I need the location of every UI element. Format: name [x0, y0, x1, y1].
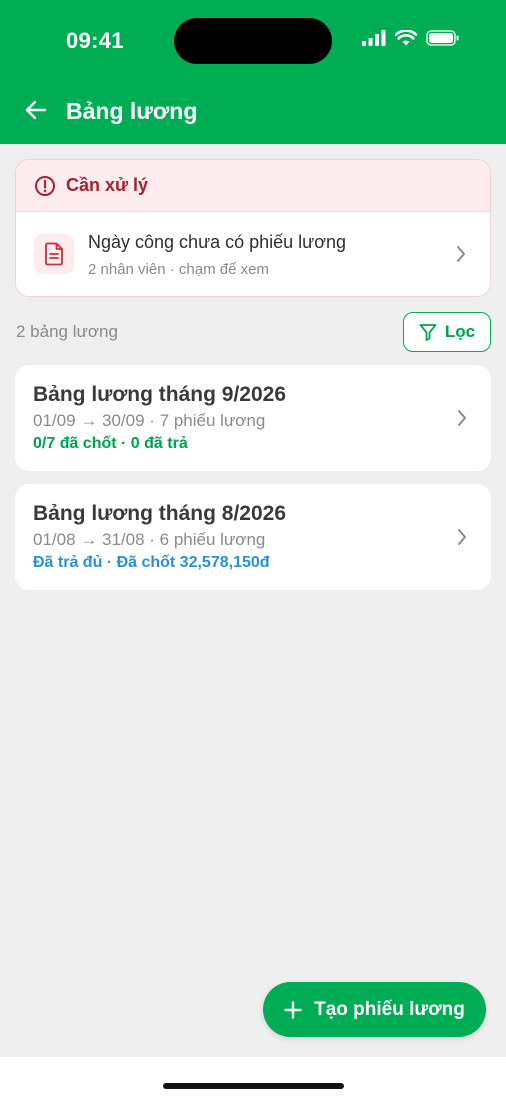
create-payslip-button[interactable]: Tạo phiếu lương	[263, 982, 486, 1037]
payroll-title: Bảng lương tháng 9/2026	[33, 383, 287, 406]
payroll-status: Đã trả đủ · Đã chốt 32,578,150đ	[33, 554, 270, 571]
arrow-left-icon	[25, 100, 47, 120]
signal-icon	[362, 30, 386, 46]
missing-payslip-subtitle: 2 nhân viên · chạm để xem	[88, 261, 269, 278]
filter-button[interactable]: Lọc	[403, 312, 491, 352]
payroll-range: 01/08 → 31/08 · 6 phiếu lương	[33, 530, 266, 549]
payroll-title: Bảng lương tháng 8/2026	[33, 502, 287, 525]
payroll-count-label: 2 bảng lương	[16, 322, 118, 341]
alert-circle-icon	[35, 175, 55, 196]
battery-icon	[426, 30, 459, 46]
payroll-card-aug-2026[interactable]: Bảng lương tháng 8/2026 01/08 → 31/08 · …	[15, 484, 491, 590]
attention-card: Cần xử lý Ngày công chưa có phiếu lương …	[15, 159, 491, 297]
payroll-screen: 09:41 Bảng lương Cần xử lý Ngày công chư…	[0, 0, 506, 1100]
create-payslip-label: Tạo phiếu lương	[314, 998, 465, 1020]
status-icons	[362, 30, 460, 46]
filter-icon	[419, 324, 437, 341]
chevron-right-icon	[454, 244, 468, 264]
home-bar-area	[0, 1057, 506, 1100]
chevron-right-icon	[455, 527, 469, 547]
wifi-icon	[395, 30, 417, 46]
missing-payslip-title: Ngày công chưa có phiếu lương	[88, 232, 347, 252]
filter-label: Lọc	[444, 322, 476, 341]
payroll-status: 0/7 đã chốt · 0 đã trả	[33, 435, 188, 452]
status-time: 09:41	[66, 28, 124, 53]
app-header: 09:41 Bảng lương	[0, 0, 506, 144]
page-title: Bảng lương	[66, 98, 198, 124]
attention-header: Cần xử lý	[16, 160, 490, 212]
payroll-range: 01/09 → 30/09 · 7 phiếu lương	[33, 411, 266, 430]
dynamic-island	[174, 18, 332, 64]
chevron-right-icon	[455, 408, 469, 428]
home-indicator[interactable]	[163, 1083, 344, 1089]
document-icon	[45, 242, 63, 266]
back-button[interactable]	[22, 96, 50, 124]
payroll-card-sep-2026[interactable]: Bảng lương tháng 9/2026 01/09 → 30/09 · …	[15, 365, 491, 471]
plus-icon	[284, 1000, 302, 1019]
document-badge	[34, 234, 74, 274]
attention-title: Cần xử lý	[66, 175, 149, 195]
missing-payslip-item[interactable]: Ngày công chưa có phiếu lương 2 nhân viê…	[16, 212, 490, 296]
